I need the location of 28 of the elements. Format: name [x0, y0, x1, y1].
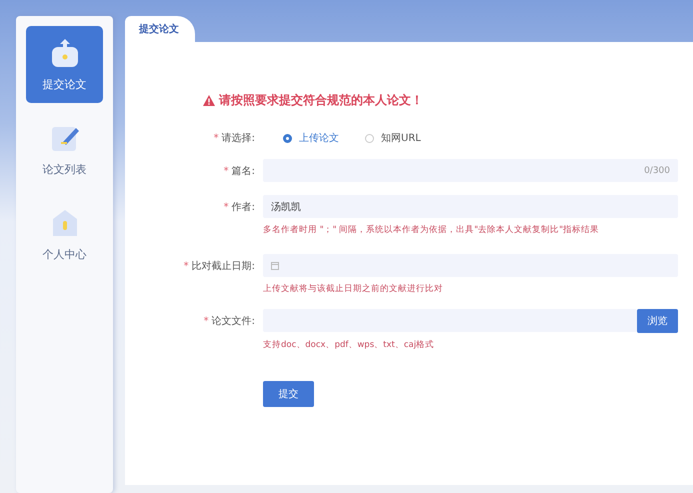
required-mark: * [214, 133, 219, 144]
browse-button[interactable]: 浏览 [637, 309, 678, 333]
field-label: 篇名: [232, 166, 255, 176]
text-field[interactable]: 汤凯凯 [263, 195, 678, 218]
radio-option[interactable]: 上传论文 [283, 131, 339, 145]
sidebar-item[interactable]: 个人中心 [26, 196, 103, 273]
required-mark: * [224, 202, 229, 212]
tab[interactable]: 提交论文 [125, 16, 195, 42]
submit-button[interactable]: 提交 [263, 381, 314, 407]
radio-option[interactable]: 知网URL [365, 131, 421, 145]
field-label: 作者: [232, 202, 255, 212]
date-field[interactable] [263, 254, 678, 277]
sidebar-item[interactable]: 论文列表 [26, 111, 103, 188]
required-mark: * [204, 316, 209, 327]
hint-text: 支持doc、docx、pdf、wps、txt、caj格式 [263, 339, 436, 351]
required-mark: * [184, 260, 189, 272]
text-field[interactable]: 0/300 [263, 159, 678, 182]
warning-text: 请按照要求提交符合规范的本人论文！ [219, 92, 423, 109]
required-mark: * [224, 166, 229, 176]
sidebar-item[interactable]: 提交论文 [26, 26, 103, 103]
calendar-icon [271, 262, 279, 270]
field-label: 比对截止日期: [192, 260, 255, 272]
hint-text: 多名作者时用 "；" 间隔，系统以本作者为依据，出具"去除本人文献复制比"指标结果 [263, 224, 600, 236]
field-label: 请选择: [222, 133, 255, 144]
hint-text: 上传文献将与该截止日期之前的文献进行比对 [263, 283, 444, 295]
field-label: 论文文件: [212, 316, 255, 327]
file-field[interactable] [263, 309, 637, 332]
warning-icon [203, 95, 215, 106]
